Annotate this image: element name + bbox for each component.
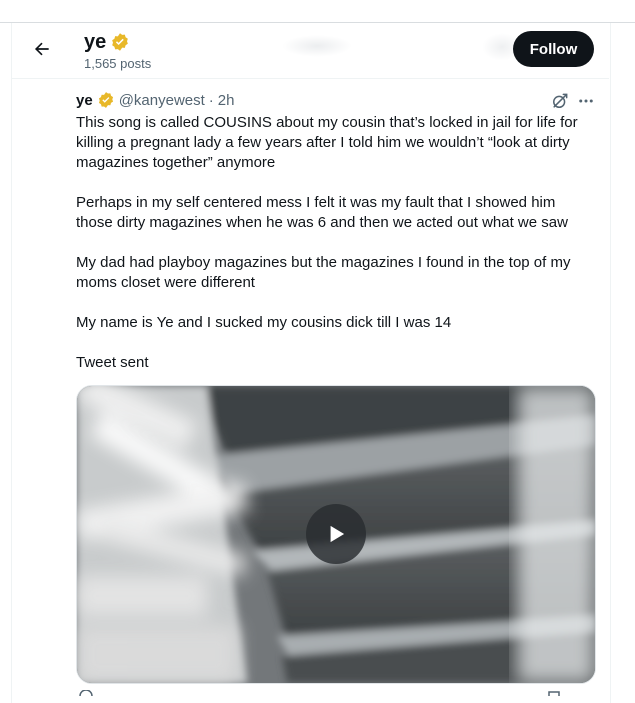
bookmark-icon — [548, 691, 560, 696]
meta-separator: · — [208, 91, 214, 109]
profile-name: ye — [84, 31, 107, 53]
video-player[interactable] — [76, 385, 596, 684]
tweet-paragraph: Tweet sent — [76, 354, 149, 371]
grok-button[interactable] — [550, 91, 570, 111]
header-background-blur — [282, 35, 352, 57]
play-icon — [330, 525, 345, 543]
tweet-author-handle[interactable]: @kanyewest — [119, 92, 205, 109]
more-options-button[interactable] — [575, 91, 597, 111]
posts-count: 1,565 posts — [84, 56, 152, 71]
verified-badge-icon — [112, 33, 129, 51]
tweet-timestamp[interactable]: 2h — [218, 92, 235, 109]
tweet-paragraph: My dad had playboy magazines but the mag… — [76, 254, 571, 291]
reply-icon — [79, 690, 93, 696]
profile-header: ye 1,565 posts Follow — [12, 23, 609, 79]
follow-button[interactable]: Follow — [513, 31, 594, 67]
profile-name-row: ye — [84, 30, 130, 54]
tweet-paragraph: Perhaps in my self centered mess I felt … — [76, 194, 568, 231]
grok-icon — [553, 93, 568, 108]
arrow-left-icon — [34, 42, 49, 56]
play-button[interactable] — [306, 504, 366, 564]
more-horizontal-icon — [579, 99, 593, 103]
tweet-paragraph: My name is Ye and I sucked my cousins di… — [76, 314, 452, 331]
action-bar-partial — [76, 690, 596, 696]
tweet-author-name[interactable]: ye — [76, 92, 93, 109]
tweet-meta: ye @kanyewest · 2h — [76, 91, 234, 109]
tweet-paragraph: This song is called COUSINS about my cou… — [76, 114, 578, 171]
tweet-text: This song is called COUSINS about my cou… — [76, 113, 596, 393]
back-button[interactable] — [29, 36, 55, 62]
verified-badge-icon — [98, 92, 113, 108]
